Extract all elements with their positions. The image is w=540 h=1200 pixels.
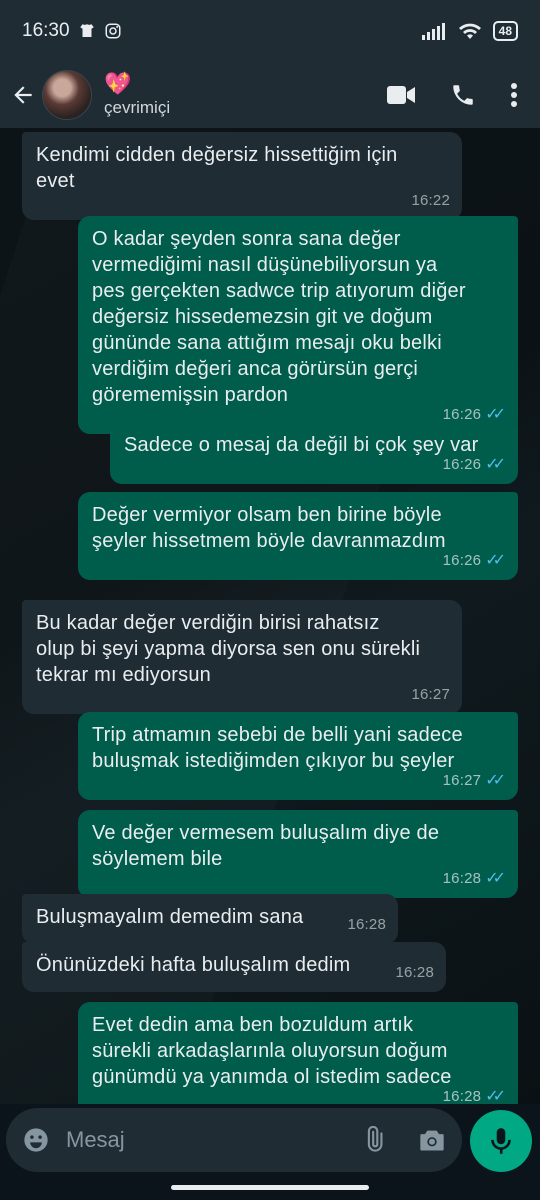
message-text: Trip atmamın sebebi de belli yani sadece… bbox=[92, 724, 463, 772]
battery-indicator: 48 bbox=[492, 21, 518, 41]
mic-icon bbox=[491, 1128, 511, 1154]
message-text: O kadar şeyden sonra sana değer vermediğ… bbox=[92, 228, 466, 406]
emoji-icon[interactable] bbox=[22, 1126, 50, 1154]
message-time: 16:26 bbox=[442, 552, 482, 569]
message-bubble[interactable]: Evet dedin ama ben bozuldum artık sürekl… bbox=[78, 1002, 518, 1104]
message-text: Değer vermiyor olsam ben birine böyle şe… bbox=[92, 504, 446, 552]
notification-icon bbox=[79, 24, 94, 37]
read-receipt-icon: ✓✓ bbox=[485, 552, 506, 569]
message-bubble[interactable]: Sadece o mesaj da değil bi çok şey var 1… bbox=[110, 422, 518, 484]
message-bubble[interactable]: Kendimi cidden değersiz hissettiğim için… bbox=[22, 132, 462, 220]
message-time: 16:28 bbox=[395, 964, 434, 981]
message-bubble[interactable]: Trip atmamın sebebi de belli yani sadece… bbox=[78, 712, 518, 800]
status-time: 16:30 bbox=[22, 20, 70, 41]
chat-area[interactable]: Kendimi cidden değersiz hissettiğim için… bbox=[0, 128, 540, 1104]
chat-header: 💖 çevrimiçi bbox=[0, 62, 540, 128]
message-bubble[interactable]: Önünüzdeki hafta buluşalım dedim 16:28 bbox=[22, 942, 446, 992]
back-arrow-icon[interactable] bbox=[10, 82, 36, 108]
message-text: Kendimi cidden değersiz hissettiğim için… bbox=[36, 144, 398, 192]
message-bubble[interactable]: Buluşmayalım demedim sana 16:28 bbox=[22, 894, 398, 944]
message-time: 16:28 bbox=[347, 916, 386, 933]
message-time: 16:22 bbox=[411, 192, 450, 209]
video-call-icon[interactable] bbox=[386, 84, 416, 106]
message-text: Evet dedin ama ben bozuldum artık sürekl… bbox=[92, 1014, 452, 1088]
message-text: Buluşmayalım demedim sana bbox=[36, 906, 304, 928]
message-time: 16:27 bbox=[442, 772, 482, 789]
read-receipt-icon: ✓✓ bbox=[485, 870, 506, 887]
message-input[interactable]: Mesaj bbox=[66, 1127, 360, 1153]
contact-name: 💖 bbox=[104, 71, 132, 96]
instagram-icon bbox=[105, 23, 121, 39]
message-text: Önünüzdeki hafta buluşalım dedim bbox=[36, 954, 351, 976]
read-receipt-icon: ✓✓ bbox=[485, 456, 506, 473]
message-bubble[interactable]: Bu kadar değer verdiğin birisi rahatsız … bbox=[22, 600, 462, 714]
camera-icon[interactable] bbox=[418, 1127, 446, 1153]
signal-icon bbox=[421, 23, 445, 40]
message-bubble[interactable]: Ve değer vermesem buluşalım diye de söyl… bbox=[78, 810, 518, 898]
message-input-bar[interactable]: Mesaj bbox=[6, 1108, 462, 1172]
attach-icon[interactable] bbox=[360, 1126, 388, 1154]
mic-button[interactable] bbox=[470, 1110, 532, 1172]
message-time: 16:26 bbox=[442, 456, 482, 473]
wifi-icon bbox=[458, 23, 481, 39]
online-status: çevrimiçi bbox=[104, 98, 171, 117]
home-indicator bbox=[171, 1185, 369, 1190]
phone-icon[interactable] bbox=[450, 82, 476, 108]
message-time: 16:28 bbox=[442, 870, 482, 887]
contact-info[interactable]: 💖 çevrimiçi bbox=[104, 72, 170, 118]
message-time: 16:28 bbox=[442, 1088, 482, 1104]
message-bubble[interactable]: O kadar şeyden sonra sana değer vermediğ… bbox=[78, 216, 518, 434]
read-receipt-icon: ✓✓ bbox=[485, 1088, 506, 1104]
more-vert-icon[interactable] bbox=[510, 82, 518, 108]
message-time: 16:27 bbox=[411, 686, 450, 703]
message-text: Ve değer vermesem buluşalım diye de söyl… bbox=[92, 822, 440, 870]
message-text: Bu kadar değer verdiğin birisi rahatsız … bbox=[36, 612, 421, 686]
avatar[interactable] bbox=[42, 70, 92, 120]
status-bar: 16:30 48 bbox=[0, 0, 540, 62]
message-bubble[interactable]: Değer vermiyor olsam ben birine böyle şe… bbox=[78, 492, 518, 580]
read-receipt-icon: ✓✓ bbox=[485, 772, 506, 789]
